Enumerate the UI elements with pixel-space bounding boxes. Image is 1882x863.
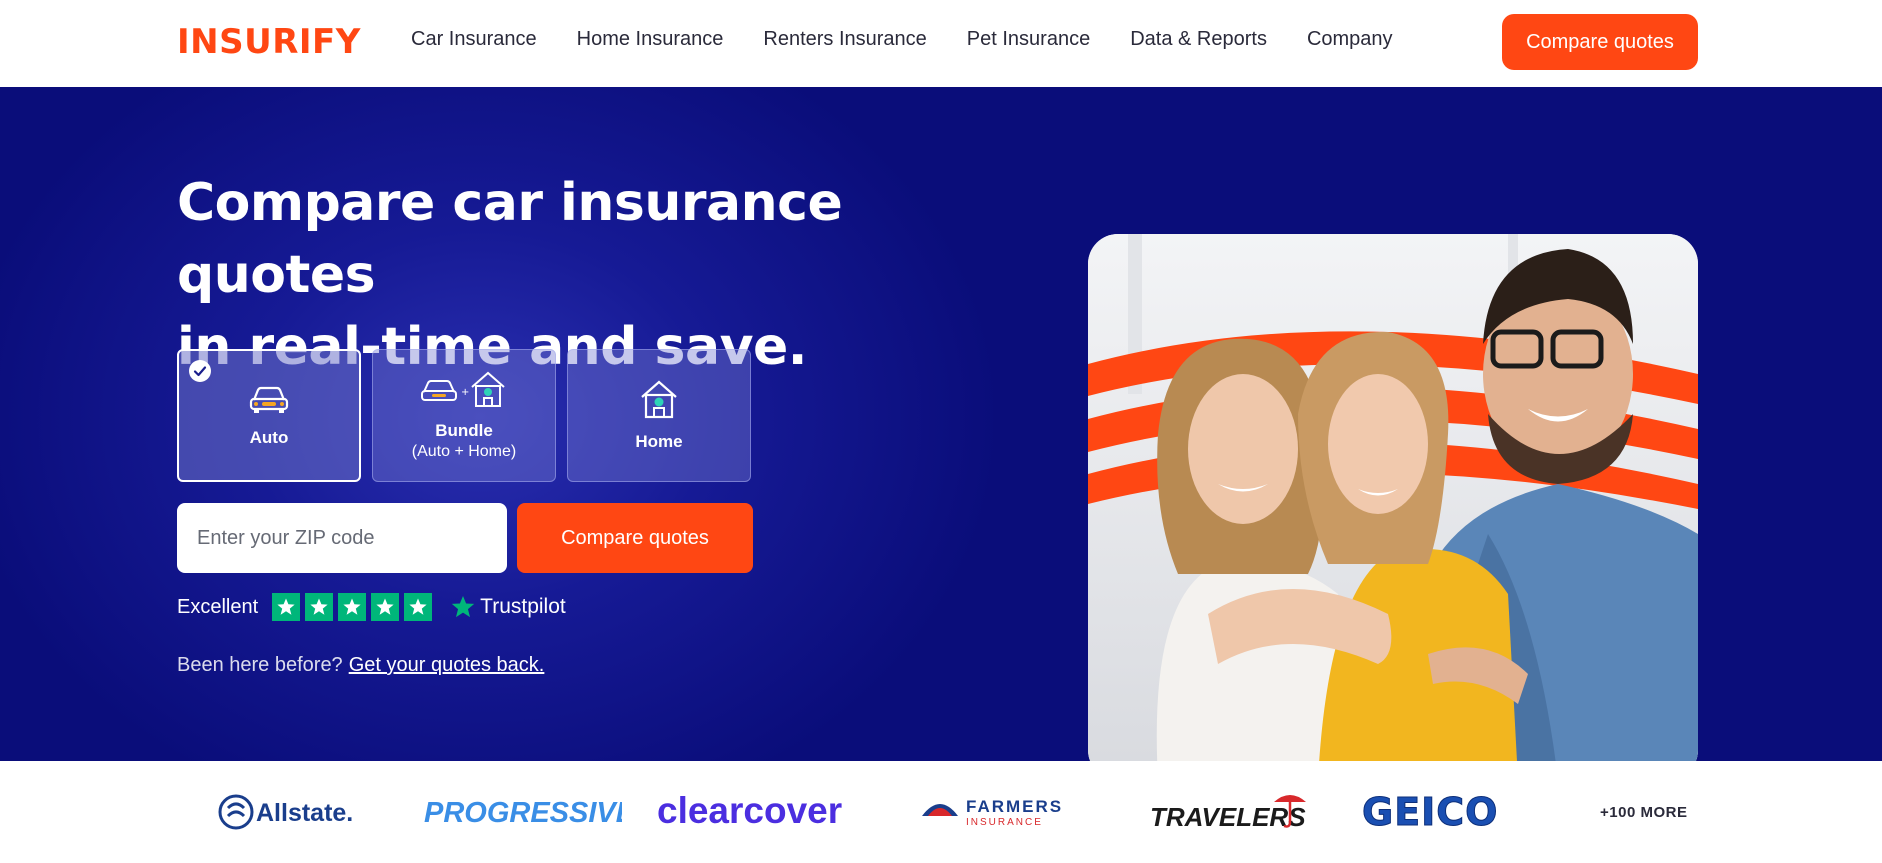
returning-text: Been here before? bbox=[177, 654, 343, 676]
carrier-logos-strip: Allstate. PROGRESSIVE clearcover FARMERS… bbox=[0, 761, 1882, 863]
zip-code-input[interactable] bbox=[177, 503, 507, 573]
auto-option-card[interactable]: Auto bbox=[177, 349, 361, 482]
svg-text:INSURANCE: INSURANCE bbox=[966, 817, 1043, 828]
family-photo bbox=[1088, 234, 1698, 780]
svg-text:+: + bbox=[461, 387, 469, 398]
allstate-logo: Allstate. bbox=[218, 761, 358, 863]
bundle-option-card[interactable]: + Bundle (Auto + Home) bbox=[372, 349, 556, 482]
nav-data-reports[interactable]: Data & Reports bbox=[1130, 28, 1267, 51]
more-carriers-label[interactable]: +100 MORE bbox=[1600, 804, 1687, 821]
trustpilot-star-icon bbox=[451, 595, 475, 618]
svg-text:GEICO: GEICO bbox=[1362, 790, 1498, 834]
star-icon bbox=[305, 593, 334, 621]
hero-compare-quotes-button[interactable]: Compare quotes bbox=[517, 503, 753, 573]
rating-stars bbox=[272, 593, 433, 621]
nav-renters-insurance[interactable]: Renters Insurance bbox=[763, 28, 926, 51]
insurify-logo[interactable]: INSURIFY bbox=[177, 22, 361, 62]
hero-section: Compare car insurance quotes in real-tim… bbox=[0, 87, 1882, 780]
trustpilot-logo: Trustpilot bbox=[450, 594, 566, 620]
site-header: INSURIFY Car Insurance Home Insurance Re… bbox=[0, 0, 1882, 87]
nav-pet-insurance[interactable]: Pet Insurance bbox=[967, 28, 1090, 51]
bundle-option-label: Bundle bbox=[435, 421, 493, 440]
star-icon bbox=[404, 593, 433, 621]
checkmark-icon bbox=[189, 360, 211, 382]
nav-home-insurance[interactable]: Home Insurance bbox=[577, 28, 724, 51]
more-carriers[interactable]: +100 MORE bbox=[1600, 761, 1687, 863]
nav-company[interactable]: Company bbox=[1307, 28, 1393, 51]
get-quotes-back-link[interactable]: Get your quotes back. bbox=[349, 654, 545, 676]
star-icon bbox=[338, 593, 367, 621]
svg-text:PROGRESSIVE: PROGRESSIVE bbox=[424, 797, 622, 829]
progressive-logo: PROGRESSIVE bbox=[422, 761, 622, 863]
travelers-logo: TRAVELERS bbox=[1150, 761, 1310, 863]
svg-text:FARMERS: FARMERS bbox=[966, 797, 1063, 816]
header-compare-quotes-button[interactable]: Compare quotes bbox=[1502, 14, 1698, 70]
insurance-type-selector: Auto + Bundle (Auto + Home) Home bbox=[177, 349, 751, 482]
car-icon bbox=[248, 383, 290, 420]
home-option-label: Home bbox=[635, 432, 683, 451]
trustpilot-text: Trustpilot bbox=[480, 595, 566, 618]
svg-text:TRAVELERS: TRAVELERS bbox=[1150, 802, 1306, 832]
house-icon bbox=[639, 379, 679, 424]
rating-text: Excellent bbox=[177, 595, 259, 618]
hero-title-line1: Compare car insurance quotes bbox=[177, 173, 843, 305]
clearcover-logo: clearcover bbox=[657, 761, 857, 863]
returning-user-prompt: Been here before? Get your quotes back. bbox=[177, 654, 544, 677]
farmers-logo: FARMERS INSURANCE bbox=[920, 761, 1070, 863]
star-icon bbox=[371, 593, 400, 621]
svg-text:Allstate.: Allstate. bbox=[256, 799, 353, 827]
trustpilot-rating[interactable]: Excellent Trustpilot bbox=[177, 593, 566, 621]
star-icon bbox=[272, 593, 301, 621]
logo-text: INSURIFY bbox=[177, 22, 361, 62]
bundle-option-sublabel: (Auto + Home) bbox=[411, 443, 517, 460]
car-and-house-icon: + bbox=[420, 370, 508, 413]
svg-text:clearcover: clearcover bbox=[657, 790, 842, 831]
main-nav: Car Insurance Home Insurance Renters Ins… bbox=[411, 28, 1393, 51]
nav-car-insurance[interactable]: Car Insurance bbox=[411, 28, 537, 51]
geico-logo: GEICO bbox=[1362, 761, 1562, 863]
home-option-card[interactable]: Home bbox=[567, 349, 751, 482]
auto-option-label: Auto bbox=[249, 428, 289, 447]
